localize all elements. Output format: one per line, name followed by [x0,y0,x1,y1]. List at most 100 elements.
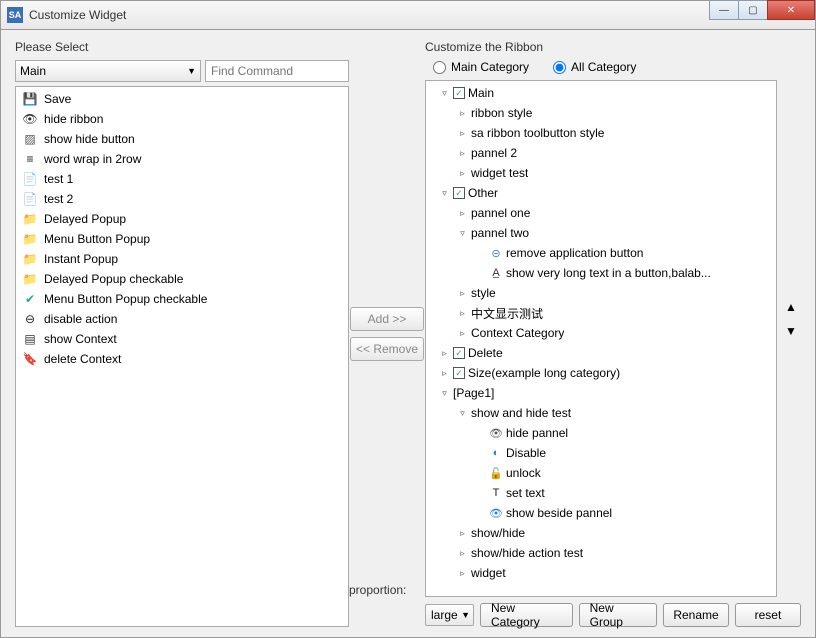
command-item[interactable]: ✔Menu Button Popup checkable [18,289,346,309]
tree-row[interactable]: ▹pannel 2 [428,143,774,163]
ribbon-tree[interactable]: ▿✓Main▹ribbon style▹sa ribbon toolbutton… [425,80,777,597]
rename-button[interactable]: Rename [663,603,729,627]
search-input-wrap[interactable] [205,60,349,82]
expand-closed-icon[interactable]: ▹ [457,568,468,579]
radio-all-category[interactable]: All Category [553,60,636,74]
command-item[interactable]: 💾Save [18,89,346,109]
expand-closed-icon[interactable]: ▹ [457,328,468,339]
move-up-button[interactable]: ▲ [785,300,797,314]
expand-open-icon[interactable]: ▿ [439,188,450,199]
command-item[interactable]: 📁Delayed Popup checkable [18,269,346,289]
maximize-button[interactable]: ▢ [738,0,768,20]
tree-label: ribbon style [471,106,532,120]
expand-closed-icon[interactable]: ▹ [457,168,468,179]
tree-row[interactable]: 🔓unlock [428,463,774,483]
expand-closed-icon[interactable]: ▹ [457,208,468,219]
tree-row[interactable]: ▿✓Other [428,183,774,203]
close-button[interactable]: ✕ [767,0,815,20]
expand-open-icon[interactable]: ▿ [457,408,468,419]
tree-label: show very long text in a button,balab... [506,266,711,280]
tree-row[interactable]: 👁show beside pannel [428,503,774,523]
box-icon: ▨ [22,131,38,147]
tree-label: hide pannel [506,426,568,440]
tree-row[interactable]: ⊝remove application button [428,243,774,263]
expand-closed-icon[interactable]: ▹ [457,108,468,119]
search-input[interactable] [211,64,343,78]
tree-checkbox[interactable]: ✓ [453,187,465,199]
expand-closed-icon[interactable]: ▹ [457,128,468,139]
wrap-icon: ≡ [22,151,38,167]
move-down-button[interactable]: ▼ [785,324,797,338]
expand-open-icon[interactable]: ▿ [457,228,468,239]
tree-row[interactable]: 👁hide pannel [428,423,774,443]
command-label: word wrap in 2row [44,152,141,166]
command-item[interactable]: ≡ word wrap in 2row [18,149,346,169]
command-item[interactable]: 📁Instant Popup [18,249,346,269]
expand-closed-icon[interactable]: ▹ [457,288,468,299]
command-item[interactable]: 🔖delete Context [18,349,346,369]
command-item[interactable]: ▤show Context [18,329,346,349]
command-item[interactable]: ▨show hide button [18,129,346,149]
tree-row[interactable]: ▹✓Delete [428,343,774,363]
expand-open-icon[interactable]: ▿ [439,88,450,99]
command-label: Menu Button Popup checkable [44,292,207,306]
minimize-button[interactable]: — [709,0,739,20]
tree-row[interactable]: ▿[Page1] [428,383,774,403]
folder-check-icon: 📁 [22,271,38,287]
expand-closed-icon[interactable]: ▹ [457,308,468,319]
radio-all-input[interactable] [553,61,566,74]
tree-row[interactable]: ▹widget test [428,163,774,183]
disable-icon: ⊖ [22,311,38,327]
command-item[interactable]: 📄test 2 [18,189,346,209]
tree-row[interactable]: ▹✓Size(example long category) [428,363,774,383]
tree-row[interactable]: A̲show very long text in a button,balab.… [428,263,774,283]
command-item[interactable]: 📄test 1 [18,169,346,189]
expand-closed-icon[interactable]: ▹ [457,148,468,159]
tree-row[interactable]: ▿✓Main [428,83,774,103]
add-button[interactable]: Add >> [350,307,424,331]
tree-row[interactable]: ▹Context Category [428,323,774,343]
tree-label: Size(example long category) [468,366,620,380]
tree-checkbox[interactable]: ✓ [453,87,465,99]
tree-row[interactable]: ▿pannel two [428,223,774,243]
tree-label: Context Category [471,326,564,340]
tree-row[interactable]: ▹widget [428,563,774,583]
tree-row[interactable]: ▹中文显示测试 [428,303,774,323]
command-label: Save [44,92,71,106]
tree-row[interactable]: ◐Disable [428,443,774,463]
proportion-combo[interactable]: large ▼ [425,604,474,626]
command-item[interactable]: 📁 Menu Button Popup [18,229,346,249]
command-list[interactable]: 💾Save👁hide ribbon▨show hide button ≡ word … [15,86,349,627]
category-combo[interactable]: Main ▼ [15,60,201,82]
command-label: Menu Button Popup [44,232,150,246]
tree-row[interactable]: ▹style [428,283,774,303]
tree-row[interactable]: ▿show and hide test [428,403,774,423]
tree-row[interactable]: ▹ribbon style [428,103,774,123]
new-group-button[interactable]: New Group [579,603,657,627]
tree-row[interactable]: Tset text [428,483,774,503]
radio-main-category[interactable]: Main Category [433,60,529,74]
radio-main-input[interactable] [433,61,446,74]
remove-button[interactable]: << Remove [350,337,424,361]
command-item[interactable]: 👁hide ribbon [18,109,346,129]
reset-button[interactable]: reset [735,603,801,627]
new-category-button[interactable]: New Category [480,603,573,627]
command-item[interactable]: ⊖disable action [18,309,346,329]
tree-row[interactable]: ▹show/hide action test [428,543,774,563]
tree-row[interactable]: ▹show/hide [428,523,774,543]
expand-closed-icon[interactable]: ▹ [439,348,450,359]
expand-closed-icon[interactable]: ▹ [457,548,468,559]
command-item[interactable]: 📁Delayed Popup [18,209,346,229]
tree-row[interactable]: ▹sa ribbon toolbutton style [428,123,774,143]
folder-icon: 📁 [22,231,38,247]
expand-closed-icon[interactable]: ▹ [457,528,468,539]
tree-row[interactable]: ▹pannel one [428,203,774,223]
eye-icon: 👁 [22,111,38,127]
radio-all-label: All Category [571,60,636,74]
tree-checkbox[interactable]: ✓ [453,347,465,359]
expand-open-icon[interactable]: ▿ [439,388,450,399]
right-section-label: Customize the Ribbon [425,40,801,54]
expand-closed-icon[interactable]: ▹ [439,368,450,379]
tree-label: unlock [506,466,541,480]
tree-checkbox[interactable]: ✓ [453,367,465,379]
